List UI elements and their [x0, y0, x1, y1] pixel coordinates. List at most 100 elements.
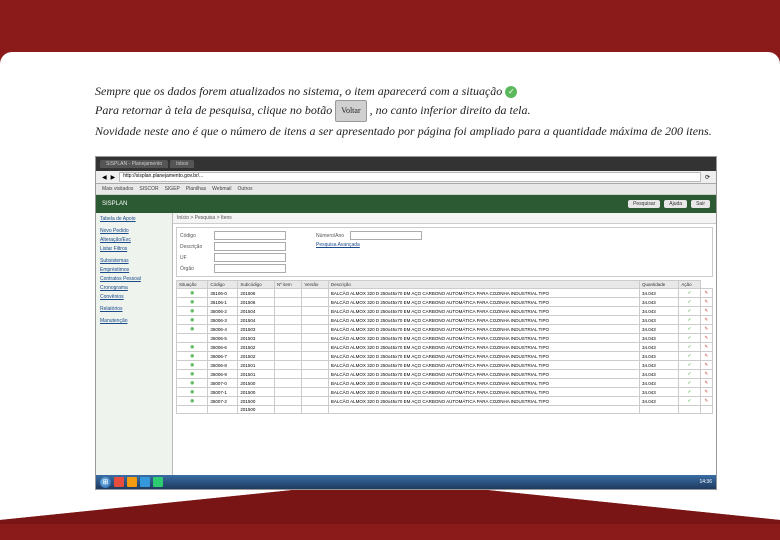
sidebar-item[interactable]: Empréstimos [98, 266, 170, 274]
sidebar-item[interactable]: Alteração/Exc [98, 236, 170, 244]
confirm-icon[interactable]: ✓ [679, 298, 700, 307]
table-row[interactable]: 35006-5201503BALCÃO ALMOX 320 D 250x45x7… [177, 334, 713, 343]
table-cell [302, 343, 329, 352]
table-row[interactable]: ◉35006-8201501BALCÃO ALMOX 320 D 250x45x… [177, 361, 713, 370]
sidebar-item[interactable]: Relatórios [98, 305, 170, 313]
edit-icon[interactable]: ✎ [700, 397, 712, 406]
bookmark-link[interactable]: SIGEP [165, 186, 180, 192]
edit-icon[interactable]: ✎ [700, 343, 712, 352]
uf-input[interactable] [214, 253, 286, 262]
table-row[interactable]: ◉35007-0201500BALCÃO ALMOX 320 D 250x45x… [177, 379, 713, 388]
bookmark-link[interactable]: Webmail [212, 186, 231, 192]
confirm-icon[interactable] [679, 406, 700, 414]
table-row[interactable]: ◉35007-1201500BALCÃO ALMOX 320 D 250x45x… [177, 388, 713, 397]
edit-icon[interactable]: ✎ [700, 325, 712, 334]
column-header[interactable]: Versão [302, 281, 329, 289]
table-row[interactable]: 201500 [177, 406, 713, 414]
bookmark-link[interactable]: Outros [238, 186, 253, 192]
taskbar-app-icon[interactable] [153, 477, 163, 487]
confirm-icon[interactable]: ✓ [679, 352, 700, 361]
edit-icon[interactable]: ✎ [700, 316, 712, 325]
ajuda-button[interactable]: Ajuda [664, 200, 687, 208]
confirm-icon[interactable]: ✓ [679, 289, 700, 298]
table-row[interactable]: ◉35007-2201500BALCÃO ALMOX 320 D 250x45x… [177, 397, 713, 406]
column-header[interactable]: Descrição [328, 281, 639, 289]
table-row[interactable]: ◉35106-0201506BALCÃO ALMOX 320 D 250x45x… [177, 289, 713, 298]
sidebar-item[interactable]: Convênios [98, 293, 170, 301]
sidebar-item[interactable]: Tabela de Apoio [98, 215, 170, 223]
sidebar-item[interactable]: Manutenção [98, 317, 170, 325]
forward-icon[interactable]: ▶ [111, 174, 116, 181]
back-icon[interactable]: ◀ [102, 174, 107, 181]
taskbar-app-icon[interactable] [127, 477, 137, 487]
start-button[interactable]: ⊞ [100, 477, 111, 488]
confirm-icon[interactable]: ✓ [679, 316, 700, 325]
table-cell: 34.043 [639, 325, 678, 334]
edit-icon[interactable]: ✎ [700, 298, 712, 307]
edit-icon[interactable]: ✎ [700, 352, 712, 361]
bookmark-link[interactable]: Mais visitados [102, 186, 133, 192]
confirm-icon[interactable]: ✓ [679, 325, 700, 334]
table-row[interactable]: ◉35006-6201502BALCÃO ALMOX 320 D 250x45x… [177, 343, 713, 352]
column-header[interactable]: Subcódigo [238, 281, 275, 289]
sidebar-item[interactable]: Listar Filtros [98, 245, 170, 253]
edit-icon[interactable]: ✎ [700, 307, 712, 316]
confirm-icon[interactable]: ✓ [679, 307, 700, 316]
column-header[interactable]: Código [208, 281, 238, 289]
edit-icon[interactable]: ✎ [700, 388, 712, 397]
orgao-input[interactable] [214, 264, 286, 273]
url-field[interactable]: http://sisplan.planejamento.gov.br/... [119, 172, 701, 182]
numero-input[interactable] [350, 231, 422, 240]
sidebar-item[interactable]: Subsistemas [98, 257, 170, 265]
column-header[interactable]: Situação [177, 281, 208, 289]
edit-icon[interactable]: ✎ [700, 379, 712, 388]
edit-icon[interactable]: ✎ [700, 334, 712, 343]
embedded-screenshot: SISPLAN - Planejamento Inbox ◀ ▶ http://… [95, 156, 717, 490]
edit-icon[interactable] [700, 406, 712, 414]
bookmark-link[interactable]: Planilhas [186, 186, 206, 192]
table-cell [302, 397, 329, 406]
confirm-icon[interactable]: ✓ [679, 397, 700, 406]
table-cell: BALCÃO ALMOX 320 D 250x45x70 EM AÇO CARB… [328, 397, 639, 406]
bookmark-link[interactable]: SISCOR [139, 186, 158, 192]
confirm-icon[interactable]: ✓ [679, 361, 700, 370]
table-row[interactable]: ◉35006-4201503BALCÃO ALMOX 320 D 250x45x… [177, 325, 713, 334]
pesquisar-button[interactable]: Pesquisar [628, 200, 660, 208]
table-row[interactable]: ◉35106-1201506BALCÃO ALMOX 320 D 250x45x… [177, 298, 713, 307]
column-header[interactable]: Ação [679, 281, 700, 289]
table-cell [208, 406, 238, 414]
table-row[interactable]: ◉35006-7201502BALCÃO ALMOX 320 D 250x45x… [177, 352, 713, 361]
system-clock[interactable]: 14:36 [699, 479, 712, 485]
table-row[interactable]: ◉35006-2201504BALCÃO ALMOX 320 D 250x45x… [177, 307, 713, 316]
table-cell: ◉ [177, 361, 208, 370]
sair-button[interactable]: Sair [691, 200, 710, 208]
sidebar-item[interactable]: Novo Pedido [98, 227, 170, 235]
table-row[interactable]: ◉35006-9201501BALCÃO ALMOX 320 D 250x45x… [177, 370, 713, 379]
advanced-search-link[interactable]: Pesquisa Avançada [316, 242, 422, 248]
browser-tab[interactable]: Inbox [170, 160, 194, 168]
table-cell: ◉ [177, 370, 208, 379]
taskbar-app-icon[interactable] [140, 477, 150, 487]
codigo-input[interactable] [214, 231, 286, 240]
status-icon: ◉ [190, 308, 194, 313]
column-header[interactable]: Quantidade [639, 281, 678, 289]
confirm-icon[interactable]: ✓ [679, 334, 700, 343]
confirm-icon[interactable]: ✓ [679, 370, 700, 379]
app-content: Tabela de Apoio Novo PedidoAlteração/Exc… [96, 213, 716, 477]
text-line-2b: , no canto inferior direito da tela. [370, 103, 531, 117]
browser-tab[interactable]: SISPLAN - Planejamento [100, 160, 168, 168]
edit-icon[interactable]: ✎ [700, 370, 712, 379]
sidebar-item[interactable]: Contratos Pessoal [98, 275, 170, 283]
reload-icon[interactable]: ⟳ [705, 174, 710, 181]
edit-icon[interactable]: ✎ [700, 289, 712, 298]
sidebar-item [98, 224, 170, 226]
confirm-icon[interactable]: ✓ [679, 343, 700, 352]
edit-icon[interactable]: ✎ [700, 361, 712, 370]
column-header[interactable]: Nº item [274, 281, 301, 289]
confirm-icon[interactable]: ✓ [679, 388, 700, 397]
confirm-icon[interactable]: ✓ [679, 379, 700, 388]
table-row[interactable]: ◉35006-3201504BALCÃO ALMOX 320 D 250x45x… [177, 316, 713, 325]
descricao-input[interactable] [214, 242, 286, 251]
sidebar-item[interactable]: Cronograma [98, 284, 170, 292]
taskbar-app-icon[interactable] [114, 477, 124, 487]
